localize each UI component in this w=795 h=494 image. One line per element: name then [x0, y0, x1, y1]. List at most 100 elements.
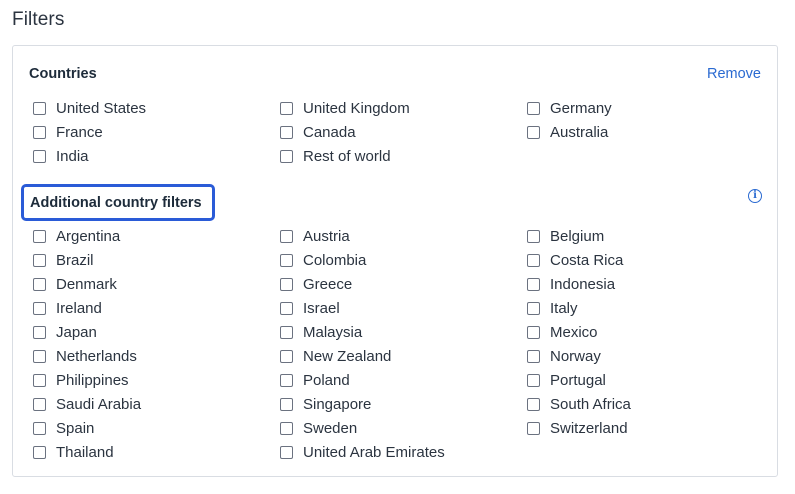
- checkbox[interactable]: [280, 277, 293, 291]
- checkbox[interactable]: [33, 373, 46, 387]
- checkbox[interactable]: [527, 101, 540, 115]
- checkbox-item[interactable]: Saudi Arabia: [33, 392, 280, 416]
- checkbox[interactable]: [527, 397, 540, 411]
- checkbox-label: Colombia: [303, 251, 367, 269]
- checkbox[interactable]: [33, 325, 46, 339]
- checkbox-label: India: [56, 147, 89, 165]
- checkbox-label: Saudi Arabia: [56, 395, 142, 413]
- checkbox[interactable]: [33, 301, 46, 315]
- checkbox-item[interactable]: United States: [33, 96, 280, 120]
- checkbox-item[interactable]: South Africa: [527, 392, 767, 416]
- checkbox-item[interactable]: Spain: [33, 416, 280, 440]
- checkbox-item[interactable]: Brazil: [33, 248, 280, 272]
- checkbox[interactable]: [33, 253, 46, 267]
- checkbox-label: Austria: [303, 227, 350, 245]
- checkbox-item[interactable]: Denmark: [33, 272, 280, 296]
- checkbox-label: Brazil: [56, 251, 94, 269]
- checkbox-item[interactable]: United Kingdom: [280, 96, 527, 120]
- checkbox-item[interactable]: Philippines: [33, 368, 280, 392]
- checkbox-item[interactable]: United Arab Emirates: [280, 440, 527, 464]
- checkbox-item[interactable]: Switzerland: [527, 416, 767, 440]
- checkbox-item[interactable]: Belgium: [527, 224, 767, 248]
- checkbox[interactable]: [527, 325, 540, 339]
- checkbox[interactable]: [280, 445, 293, 459]
- checkbox[interactable]: [33, 397, 46, 411]
- checkbox-item[interactable]: Italy: [527, 296, 767, 320]
- checkbox-item[interactable]: Indonesia: [527, 272, 767, 296]
- checkbox[interactable]: [33, 101, 46, 115]
- checkbox-item[interactable]: Singapore: [280, 392, 527, 416]
- checkbox-item[interactable]: Greece: [280, 272, 527, 296]
- checkbox-label: Thailand: [56, 443, 114, 461]
- checkbox-item[interactable]: Mexico: [527, 320, 767, 344]
- checkbox-item[interactable]: Thailand: [33, 440, 280, 464]
- checkbox-item[interactable]: Colombia: [280, 248, 527, 272]
- checkbox-label: Indonesia: [550, 275, 616, 293]
- checkbox[interactable]: [33, 445, 46, 459]
- checkbox-label: Sweden: [303, 419, 358, 437]
- checkbox[interactable]: [527, 349, 540, 363]
- checkbox[interactable]: [280, 421, 293, 435]
- checkbox[interactable]: [527, 421, 540, 435]
- page-title: Filters: [12, 9, 65, 30]
- checkbox-item[interactable]: Canada: [280, 120, 527, 144]
- checkbox-label: Greece: [303, 275, 353, 293]
- checkbox-label: Mexico: [550, 323, 598, 341]
- checkbox-item[interactable]: Rest of world: [280, 144, 527, 168]
- checkbox-item[interactable]: New Zealand: [280, 344, 527, 368]
- checkbox-item[interactable]: India: [33, 144, 280, 168]
- checkbox[interactable]: [527, 253, 540, 267]
- checkbox-item[interactable]: Israel: [280, 296, 527, 320]
- checkbox-item[interactable]: Germany: [527, 96, 767, 120]
- checkbox[interactable]: [527, 301, 540, 315]
- checkbox-item[interactable]: Netherlands: [33, 344, 280, 368]
- checkbox[interactable]: [527, 229, 540, 243]
- checkbox-item[interactable]: Malaysia: [280, 320, 527, 344]
- checkbox[interactable]: [33, 125, 46, 139]
- checkbox-label: Rest of world: [303, 147, 391, 165]
- checkbox-label: Argentina: [56, 227, 121, 245]
- checkbox-item[interactable]: France: [33, 120, 280, 144]
- checkbox[interactable]: [280, 325, 293, 339]
- checkbox[interactable]: [527, 125, 540, 139]
- checkbox-item[interactable]: Portugal: [527, 368, 767, 392]
- checkbox[interactable]: [280, 349, 293, 363]
- checkbox-label: Portugal: [550, 371, 606, 389]
- checkbox[interactable]: [280, 253, 293, 267]
- checkbox-label: Australia: [550, 123, 609, 141]
- remove-link[interactable]: Remove: [707, 66, 761, 82]
- checkbox-item[interactable]: Austria: [280, 224, 527, 248]
- checkbox[interactable]: [280, 229, 293, 243]
- checkbox[interactable]: [527, 373, 540, 387]
- checkbox[interactable]: [280, 397, 293, 411]
- checkbox-item[interactable]: Japan: [33, 320, 280, 344]
- checkbox-label: Malaysia: [303, 323, 363, 341]
- checkbox-item[interactable]: Argentina: [33, 224, 280, 248]
- countries-heading: Countries: [29, 66, 97, 82]
- checkbox[interactable]: [280, 125, 293, 139]
- checkbox[interactable]: [33, 421, 46, 435]
- checkbox[interactable]: [280, 301, 293, 315]
- checkbox-item[interactable]: Norway: [527, 344, 767, 368]
- checkbox[interactable]: [33, 149, 46, 163]
- checkbox[interactable]: [527, 277, 540, 291]
- checkbox[interactable]: [280, 101, 293, 115]
- checkbox-label: France: [56, 123, 103, 141]
- checkbox-item[interactable]: Australia: [527, 120, 767, 144]
- checkbox-item[interactable]: Sweden: [280, 416, 527, 440]
- checkbox-label: Singapore: [303, 395, 372, 413]
- checkbox-label: Japan: [56, 323, 97, 341]
- checkbox[interactable]: [280, 149, 293, 163]
- checkbox-label: Norway: [550, 347, 601, 365]
- checkbox-label: Israel: [303, 299, 340, 317]
- additional-filters-heading-focus[interactable]: Additional country filters: [21, 184, 215, 221]
- checkbox[interactable]: [33, 277, 46, 291]
- checkbox-label: United States: [56, 99, 147, 117]
- checkbox-item[interactable]: Poland: [280, 368, 527, 392]
- checkbox-item[interactable]: Costa Rica: [527, 248, 767, 272]
- checkbox-item[interactable]: Ireland: [33, 296, 280, 320]
- checkbox[interactable]: [280, 373, 293, 387]
- checkbox[interactable]: [33, 229, 46, 243]
- checkbox[interactable]: [33, 349, 46, 363]
- info-icon[interactable]: i: [748, 189, 762, 203]
